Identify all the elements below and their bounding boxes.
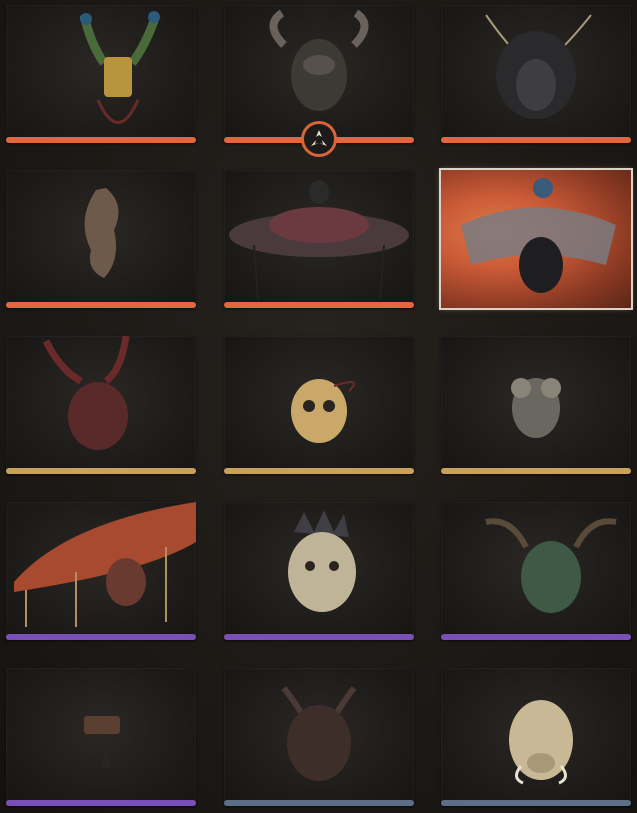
wide-brim-hat-icon	[229, 180, 409, 301]
horned-beast-mask-icon	[269, 9, 369, 111]
green-horned-mask-icon	[485, 518, 617, 613]
rarity-bar	[6, 468, 196, 474]
dark-demon-mask-icon	[281, 686, 357, 781]
rarity-bar	[6, 634, 196, 640]
item-tile[interactable]	[6, 336, 196, 474]
golden-skull-mask-icon	[291, 379, 355, 443]
item-tile[interactable]	[441, 668, 631, 806]
rarity-bar	[6, 800, 196, 806]
item-tile[interactable]	[6, 170, 196, 308]
item-tile[interactable]	[224, 502, 414, 640]
item-tile[interactable]	[6, 668, 196, 806]
peacock-feather-crown-icon	[79, 11, 161, 124]
rarity-bar	[441, 137, 631, 143]
veiled-hood-icon	[461, 178, 616, 293]
item-tile[interactable]	[224, 170, 414, 308]
equipped-badge-icon	[301, 121, 337, 157]
rarity-bar	[441, 634, 631, 640]
cloud-beast-mask-icon	[511, 378, 561, 438]
rarity-bar	[6, 137, 196, 143]
rarity-bar	[224, 800, 414, 806]
item-tile[interactable]	[441, 502, 631, 640]
item-tile[interactable]	[441, 336, 631, 474]
wild-hair-mask-icon	[485, 14, 592, 119]
rarity-bar	[224, 302, 414, 308]
bone-dragon-mask-icon	[288, 510, 356, 612]
item-tile[interactable]	[441, 5, 631, 143]
rarity-bar	[6, 302, 196, 308]
item-grid	[0, 0, 637, 813]
item-tile[interactable]	[224, 336, 414, 474]
item-tile[interactable]	[6, 5, 196, 143]
boar-mask-icon	[509, 700, 573, 785]
rarity-bar	[441, 468, 631, 474]
rarity-bar	[224, 634, 414, 640]
mushroom-hat-icon	[14, 502, 196, 627]
rarity-bar	[224, 468, 414, 474]
item-tile[interactable]	[6, 502, 196, 640]
cloth-headband-icon	[84, 716, 120, 768]
item-tile[interactable]	[224, 668, 414, 806]
rarity-bar	[441, 800, 631, 806]
antlered-red-mask-icon	[42, 336, 130, 450]
flame-shaped-ornament-icon	[84, 188, 119, 278]
item-tile[interactable]	[441, 170, 631, 308]
